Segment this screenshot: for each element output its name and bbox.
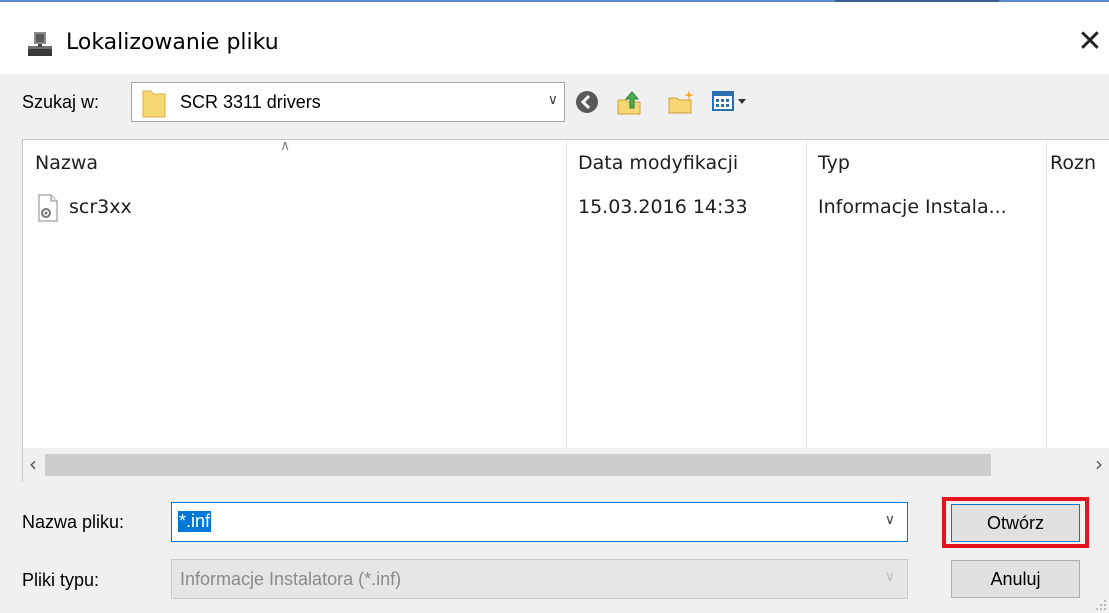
resize-grip-icon[interactable] [1093, 597, 1107, 611]
lookin-dropdown[interactable]: SCR 3311 drivers ∨ [131, 82, 565, 122]
app-icon [28, 32, 52, 56]
column-header-name[interactable]: Nazwa [35, 152, 98, 174]
column-header-type[interactable]: Typ [818, 152, 850, 174]
scroll-right-icon[interactable]: › [1095, 452, 1103, 476]
cancel-button[interactable]: Anuluj [951, 560, 1080, 598]
title-bar: Lokalizowanie pliku ✕ [0, 2, 1109, 74]
column-separator [1046, 140, 1047, 448]
close-button[interactable]: ✕ [1072, 24, 1108, 60]
view-menu-icon[interactable] [711, 88, 763, 116]
column-header-modified[interactable]: Data modyfikacji [578, 152, 738, 174]
window-title: Lokalizowanie pliku [66, 30, 279, 55]
filetype-label: Pliki typu: [22, 570, 100, 590]
filename-label: Nazwa pliku: [22, 512, 125, 532]
column-separator [806, 140, 807, 448]
lookin-label: Szukaj w: [22, 92, 100, 112]
scrollbar-thumb[interactable] [45, 454, 991, 476]
lookin-value: SCR 3311 drivers [180, 92, 321, 112]
filename-input[interactable]: *.inf ∨ [171, 502, 908, 542]
folder-icon [142, 90, 166, 118]
file-list[interactable]: ∧ Nazwa Data modyfikacji Typ Rozn scr3xx… [22, 139, 1109, 448]
horizontal-scrollbar[interactable]: ‹ › [22, 448, 1109, 482]
back-icon[interactable] [573, 88, 601, 116]
column-separator [566, 140, 567, 448]
column-header-size[interactable]: Rozn [1050, 152, 1096, 174]
chevron-down-icon: ∨ [547, 92, 558, 108]
chevron-down-icon: ∨ [884, 569, 895, 585]
settings-file-icon [38, 194, 58, 222]
up-folder-icon[interactable] [616, 88, 644, 116]
file-type-cell: Informacje Instala... [818, 196, 1007, 218]
sort-ascending-icon: ∧ [280, 139, 291, 154]
filetype-value: Informacje Instalatora (*.inf) [180, 569, 402, 589]
filename-value[interactable]: *.inf [178, 511, 212, 532]
open-button[interactable]: Otwórz [951, 504, 1080, 542]
new-folder-icon[interactable] [667, 88, 695, 116]
scroll-left-icon[interactable]: ‹ [29, 452, 37, 476]
file-modified-cell: 15.03.2016 14:33 [578, 196, 748, 218]
filetype-dropdown[interactable]: Informacje Instalatora (*.inf) ∨ [171, 559, 908, 599]
file-name-cell[interactable]: scr3xx [69, 196, 132, 218]
chevron-down-icon[interactable]: ∨ [885, 512, 895, 528]
